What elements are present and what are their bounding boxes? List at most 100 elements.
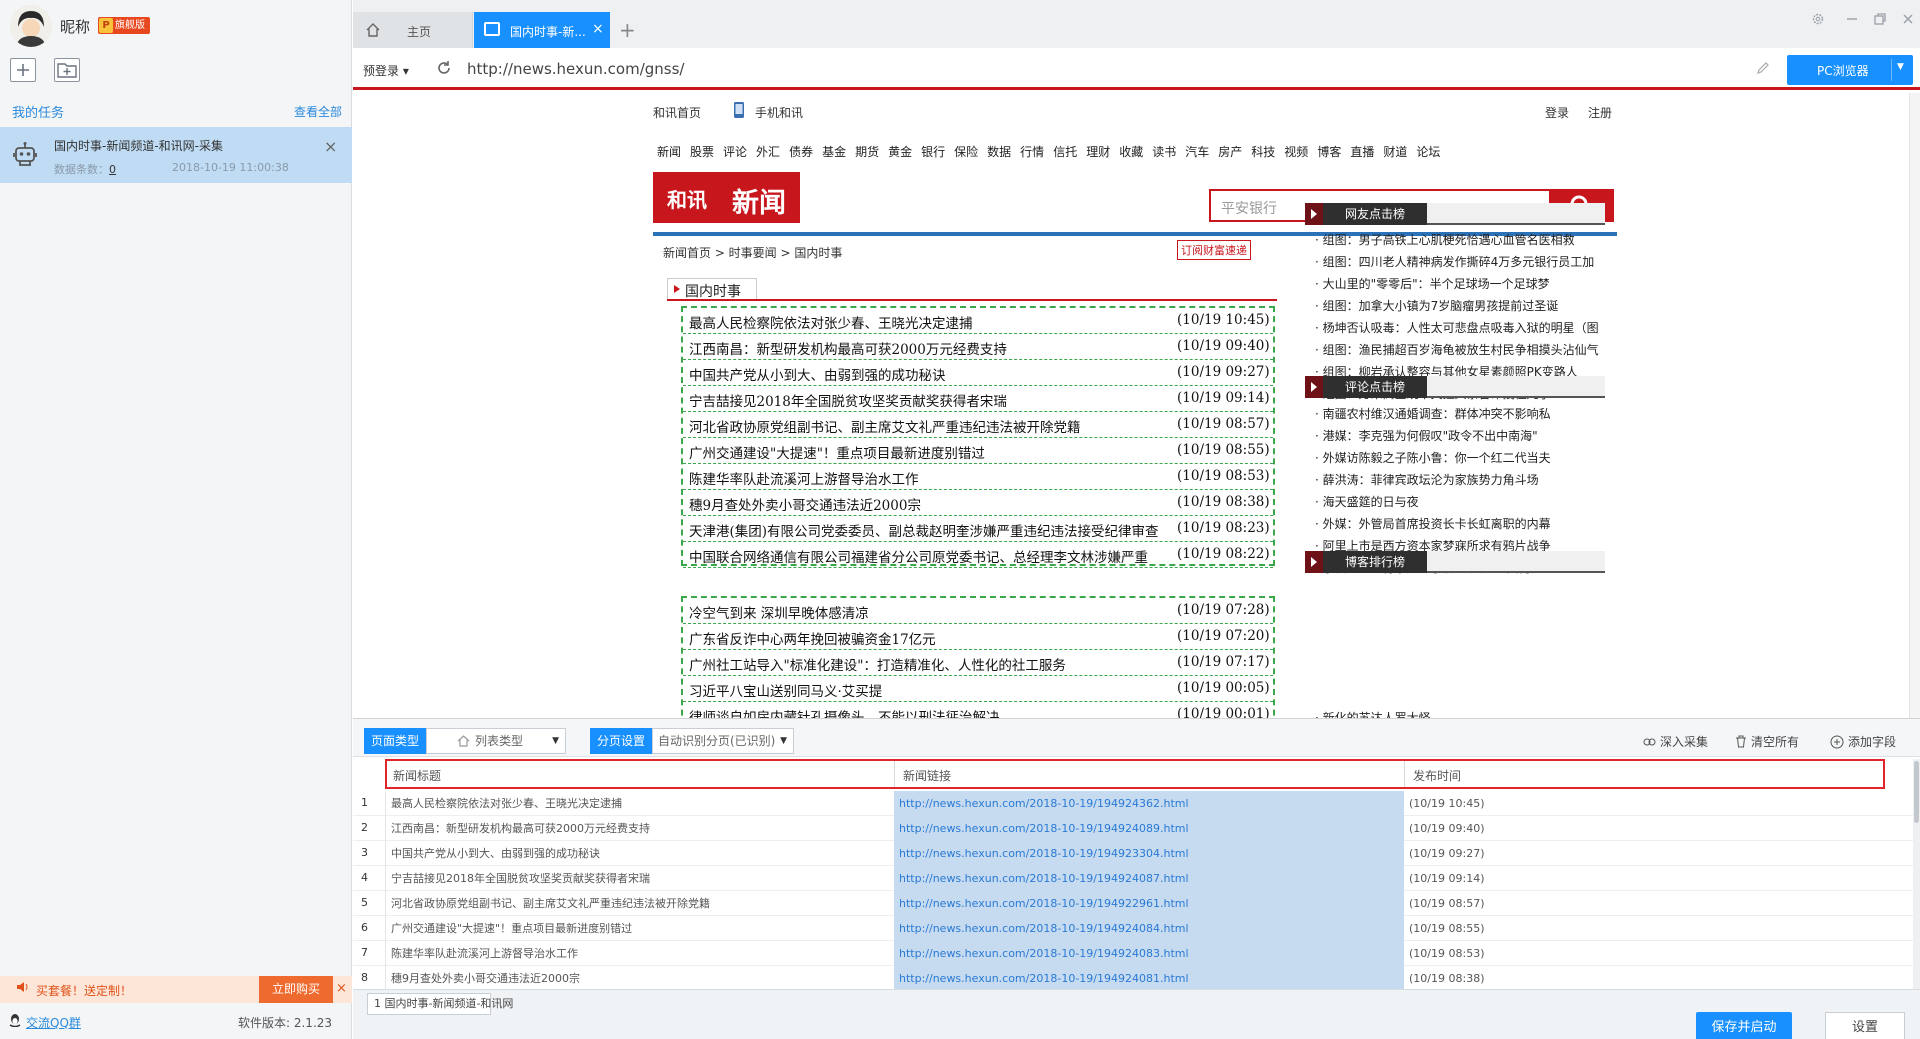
channel-link[interactable]: 房产 [1218,145,1242,159]
column-header-link[interactable]: 新闻链接 [903,767,951,784]
new-task-button[interactable] [10,58,36,82]
channel-link[interactable]: 科技 [1251,145,1275,159]
reload-icon[interactable] [435,59,453,77]
channel-link[interactable]: 评论 [723,145,747,159]
cell-news-link[interactable]: http://news.hexun.com/2018-10-19/1949240… [894,816,1404,841]
channel-link[interactable]: 理财 [1086,145,1110,159]
qq-group-link[interactable]: 交流QQ群 [26,1014,81,1031]
scrollbar-thumb[interactable] [1914,761,1919,823]
cell-news-title[interactable]: 河北省政协原党组副书记、副主席艾文礼严重违纪违法被开除党籍 [385,891,894,916]
column-header-title[interactable]: 新闻标题 [393,767,441,784]
channel-link[interactable]: 黄金 [888,145,912,159]
news-item[interactable]: 广州交通建设"大提速"！重点项目最新进度别错过 (10/19 08:55) [683,438,1273,464]
news-title[interactable]: 河北省政协原党组副书记、副主席艾文礼严重违纪违法被开除党籍 [689,416,1179,436]
news-item[interactable]: 广东省反诈中心两年挽回被骗资金17亿元 (10/19 07:20) [683,624,1273,650]
close-icon[interactable] [1901,12,1915,30]
cell-publish-time[interactable]: (10/19 09:14) [1404,866,1913,891]
news-item[interactable]: 中国共产党从小到大、由弱到强的成功秘诀 (10/19 09:27) [683,360,1273,386]
promo-close-icon[interactable]: × [336,981,347,996]
side-list-item[interactable]: · 薛洪涛：菲律宾政坛沦为家族势力角斗场 [1315,469,1605,491]
table-row[interactable]: 7 陈建华率队赴流溪河上游督导治水工作 http://news.hexun.com/… [353,941,1913,966]
page-type-select[interactable]: 列表类型 ▼ [426,728,566,754]
deep-collect-button[interactable]: 深入采集 [1643,733,1708,750]
cell-publish-time[interactable]: (10/19 09:27) [1404,841,1913,866]
paging-select[interactable]: 自动识别分页(已识别) ▼ [652,728,794,754]
mobile-hexun-link[interactable]: 手机和讯 [755,104,803,121]
news-item[interactable]: 河北省政协原党组副书记、副主席艾文礼严重违纪违法被开除党籍 (10/19 08:5… [683,412,1273,438]
channel-link[interactable]: 银行 [921,145,945,159]
news-title[interactable]: 江西南昌：新型研发机构最高可获2000万元经费支持 [689,338,1179,358]
news-item[interactable]: 中国联合网络通信有限公司福建省分公司原党委书记、总经理李文林涉嫌严重 (10/19… [683,542,1273,568]
view-all-link[interactable]: 查看全部 [294,103,342,120]
cell-news-title[interactable]: 江西南昌：新型研发机构最高可获2000万元经费支持 [385,816,894,841]
chevron-down-icon[interactable]: ▼ [1897,62,1904,72]
channel-link[interactable]: 新闻 [657,145,681,159]
task-title[interactable]: 国内时事-新闻频道-和讯网-采集 [54,137,223,154]
side-list-item[interactable]: · 组图：四川老人精神病发作撕碎4万多元银行员工加 [1315,251,1605,273]
cell-news-title[interactable]: 广州交通建设"大提速"！重点项目最新进度别错过 [385,916,894,941]
side-list-item[interactable]: · 组图：加拿大小镇为7岁脑瘤男孩提前过圣诞 [1315,295,1605,317]
breadcrumb[interactable]: 新闻首页 > 时事要闻 > 国内时事 [663,244,842,261]
news-title[interactable]: 冷空气到来 深圳早晚体感清凉 [689,602,1179,622]
news-item[interactable]: 宁吉喆接见2018年全国脱贫攻坚奖贡献奖获得者宋瑞 (10/19 09:14) [683,386,1273,412]
channel-link[interactable]: 外汇 [756,145,780,159]
channel-link[interactable]: 股票 [690,145,714,159]
channel-link[interactable]: 保险 [954,145,978,159]
column-divider[interactable] [1404,761,1405,787]
channel-link[interactable]: 行情 [1020,145,1044,159]
cell-news-link[interactable]: http://news.hexun.com/2018-10-19/1949240… [894,916,1404,941]
hexun-news-logo[interactable]: 和讯 新闻 [653,172,800,223]
restore-icon[interactable] [1873,12,1887,30]
side-list-item[interactable]: · 杨坤否认吸毒：人性太可悲盘点吸毒入狱的明星（图 [1315,317,1605,339]
minimize-icon[interactable] [1845,12,1859,30]
news-item[interactable]: 天津港(集团)有限公司党委委员、副总裁赵明奎涉嫌严重违纪违法接受纪律审查 (10/… [683,516,1273,542]
column-header-time[interactable]: 发布时间 [1413,767,1461,784]
url-input[interactable]: http://news.hexun.com/gnss/ [467,60,684,78]
news-item[interactable]: 陈建华率队赴流溪河上游督导治水工作 (10/19 08:53) [683,464,1273,490]
side-list-item[interactable]: · 组图：渔民捕超百岁海龟被放生村民争相摸头沾仙气 [1315,339,1605,361]
register-link[interactable]: 注册 [1588,104,1612,121]
news-title[interactable]: 穗9月查处外卖小哥交通违法近2000宗 [689,494,1179,514]
tab-active-page[interactable]: 国内时事-新... × [474,12,610,48]
news-title[interactable]: 最高人民检察院依法对张少春、王晓光决定逮捕 [689,312,1179,332]
channel-link[interactable]: 信托 [1053,145,1077,159]
avatar[interactable] [10,5,52,47]
news-title[interactable]: 中国联合网络通信有限公司福建省分公司原党委书记、总经理李文林涉嫌严重 [689,546,1179,566]
channel-link[interactable]: 期货 [855,145,879,159]
settings-button[interactable]: 设置 [1825,1012,1905,1039]
side-list-item[interactable]: · 外媒访陈毅之子陈小鲁：你一个红二代当夫 [1315,447,1605,469]
pre-login-dropdown[interactable]: 预登录 ▾ [363,62,409,79]
channel-link[interactable]: 论坛 [1416,145,1440,159]
news-title[interactable]: 陈建华率队赴流溪河上游督导治水工作 [689,468,1179,488]
column-divider[interactable] [894,761,895,787]
table-row[interactable]: 3 中国共产党从小到大、由弱到强的成功秘诀 http://news.hexun.co… [353,841,1913,866]
cell-publish-time[interactable]: (10/19 08:53) [1404,941,1913,966]
cell-news-title[interactable]: 宁吉喆接见2018年全国脱贫攻坚奖贡献奖获得者宋瑞 [385,866,894,891]
channel-link[interactable]: 汽车 [1185,145,1209,159]
save-and-start-button[interactable]: 保存并启动 [1696,1012,1792,1039]
cell-publish-time[interactable]: (10/19 09:40) [1404,816,1913,841]
new-tab-button[interactable]: + [619,18,636,42]
table-row[interactable]: 4 宁吉喆接见2018年全国脱贫攻坚奖贡献奖获得者宋瑞 http://news.he… [353,866,1913,891]
hexun-home-link[interactable]: 和讯首页 [653,104,701,121]
news-item[interactable]: 律师谈自如房内藏针孔摄像头，不能以刑法惩治解决 (10/19 00:01) [683,702,1273,718]
clear-all-button[interactable]: 清空所有 [1735,733,1799,750]
pencil-icon[interactable] [1755,60,1771,76]
buy-now-button[interactable]: 立即购买 [259,976,333,1003]
nickname[interactable]: 昵称 [60,16,90,37]
table-row[interactable]: 2 江西南昌：新型研发机构最高可获2000万元经费支持 http://news.he… [353,816,1913,841]
cell-news-link[interactable]: http://news.hexun.com/2018-10-19/1949243… [894,791,1404,816]
task-count-value[interactable]: 0 [109,163,116,176]
news-title[interactable]: 中国共产党从小到大、由弱到强的成功秘诀 [689,364,1179,384]
table-row[interactable]: 6 广州交通建设"大提速"！重点项目最新进度别错过 http://news.hexu… [353,916,1913,941]
channel-link[interactable]: 直播 [1350,145,1374,159]
cell-publish-time[interactable]: (10/19 10:45) [1404,791,1913,816]
tab-close-icon[interactable]: × [592,21,604,37]
channel-link[interactable]: 数据 [987,145,1011,159]
task-sheet-tab[interactable]: 1 国内时事-新闻频道-和讯网 [367,993,513,1015]
cell-news-title[interactable]: 最高人民检察院依法对张少春、王晓光决定逮捕 [385,791,894,816]
news-title[interactable]: 律师谈自如房内藏针孔摄像头，不能以刑法惩治解决 [689,706,1179,718]
table-row[interactable]: 1 最高人民检察院依法对张少春、王晓光决定逮捕 http://news.hexun.… [353,791,1913,816]
side-list-item[interactable]: · 组图：男子高铁上心肌梗死恰遇心血管名医相救 [1315,229,1605,251]
channel-link[interactable]: 视频 [1284,145,1308,159]
